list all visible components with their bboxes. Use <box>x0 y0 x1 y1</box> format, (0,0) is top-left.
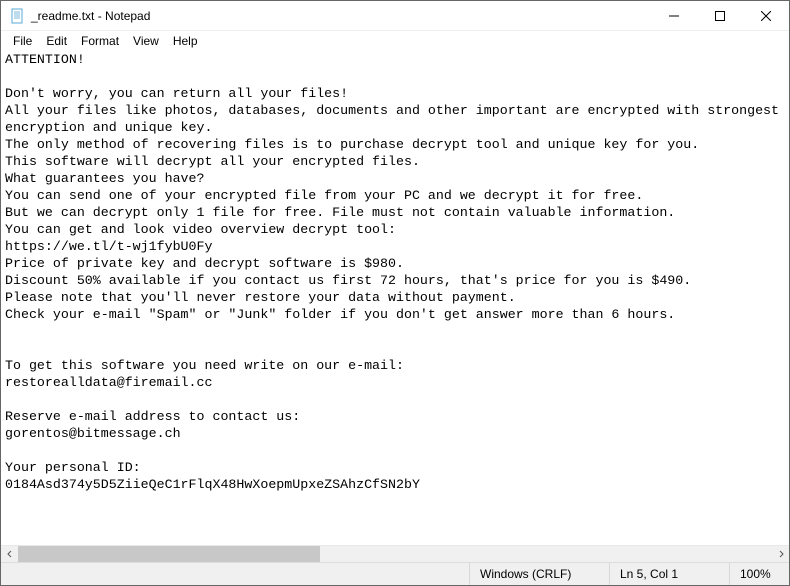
statusbar: Windows (CRLF) Ln 5, Col 1 100% <box>1 562 789 585</box>
minimize-button[interactable] <box>651 1 697 30</box>
menu-format[interactable]: Format <box>75 34 125 48</box>
menu-edit[interactable]: Edit <box>40 34 73 48</box>
horizontal-scrollbar[interactable] <box>1 545 789 562</box>
window-title: _readme.txt - Notepad <box>31 9 651 23</box>
menubar: File Edit Format View Help <box>1 31 789 51</box>
notepad-icon <box>9 8 25 24</box>
menu-view[interactable]: View <box>127 34 165 48</box>
scroll-right-arrow[interactable] <box>772 546 789 563</box>
status-zoom: 100% <box>729 563 789 585</box>
maximize-button[interactable] <box>697 1 743 30</box>
titlebar[interactable]: _readme.txt - Notepad <box>1 1 789 31</box>
menu-file[interactable]: File <box>7 34 38 48</box>
notepad-window: _readme.txt - Notepad File Edit Format V… <box>0 0 790 586</box>
menu-help[interactable]: Help <box>167 34 204 48</box>
close-button[interactable] <box>743 1 789 30</box>
scroll-thumb[interactable] <box>18 546 320 562</box>
document-body[interactable]: ATTENTION! Don't worry, you can return a… <box>1 51 789 493</box>
status-line-ending: Windows (CRLF) <box>469 563 609 585</box>
status-cursor-position: Ln 5, Col 1 <box>609 563 729 585</box>
window-controls <box>651 1 789 30</box>
scroll-left-arrow[interactable] <box>1 546 18 563</box>
scroll-track[interactable] <box>18 546 772 562</box>
text-area[interactable]: ATTENTION! Don't worry, you can return a… <box>1 51 789 545</box>
